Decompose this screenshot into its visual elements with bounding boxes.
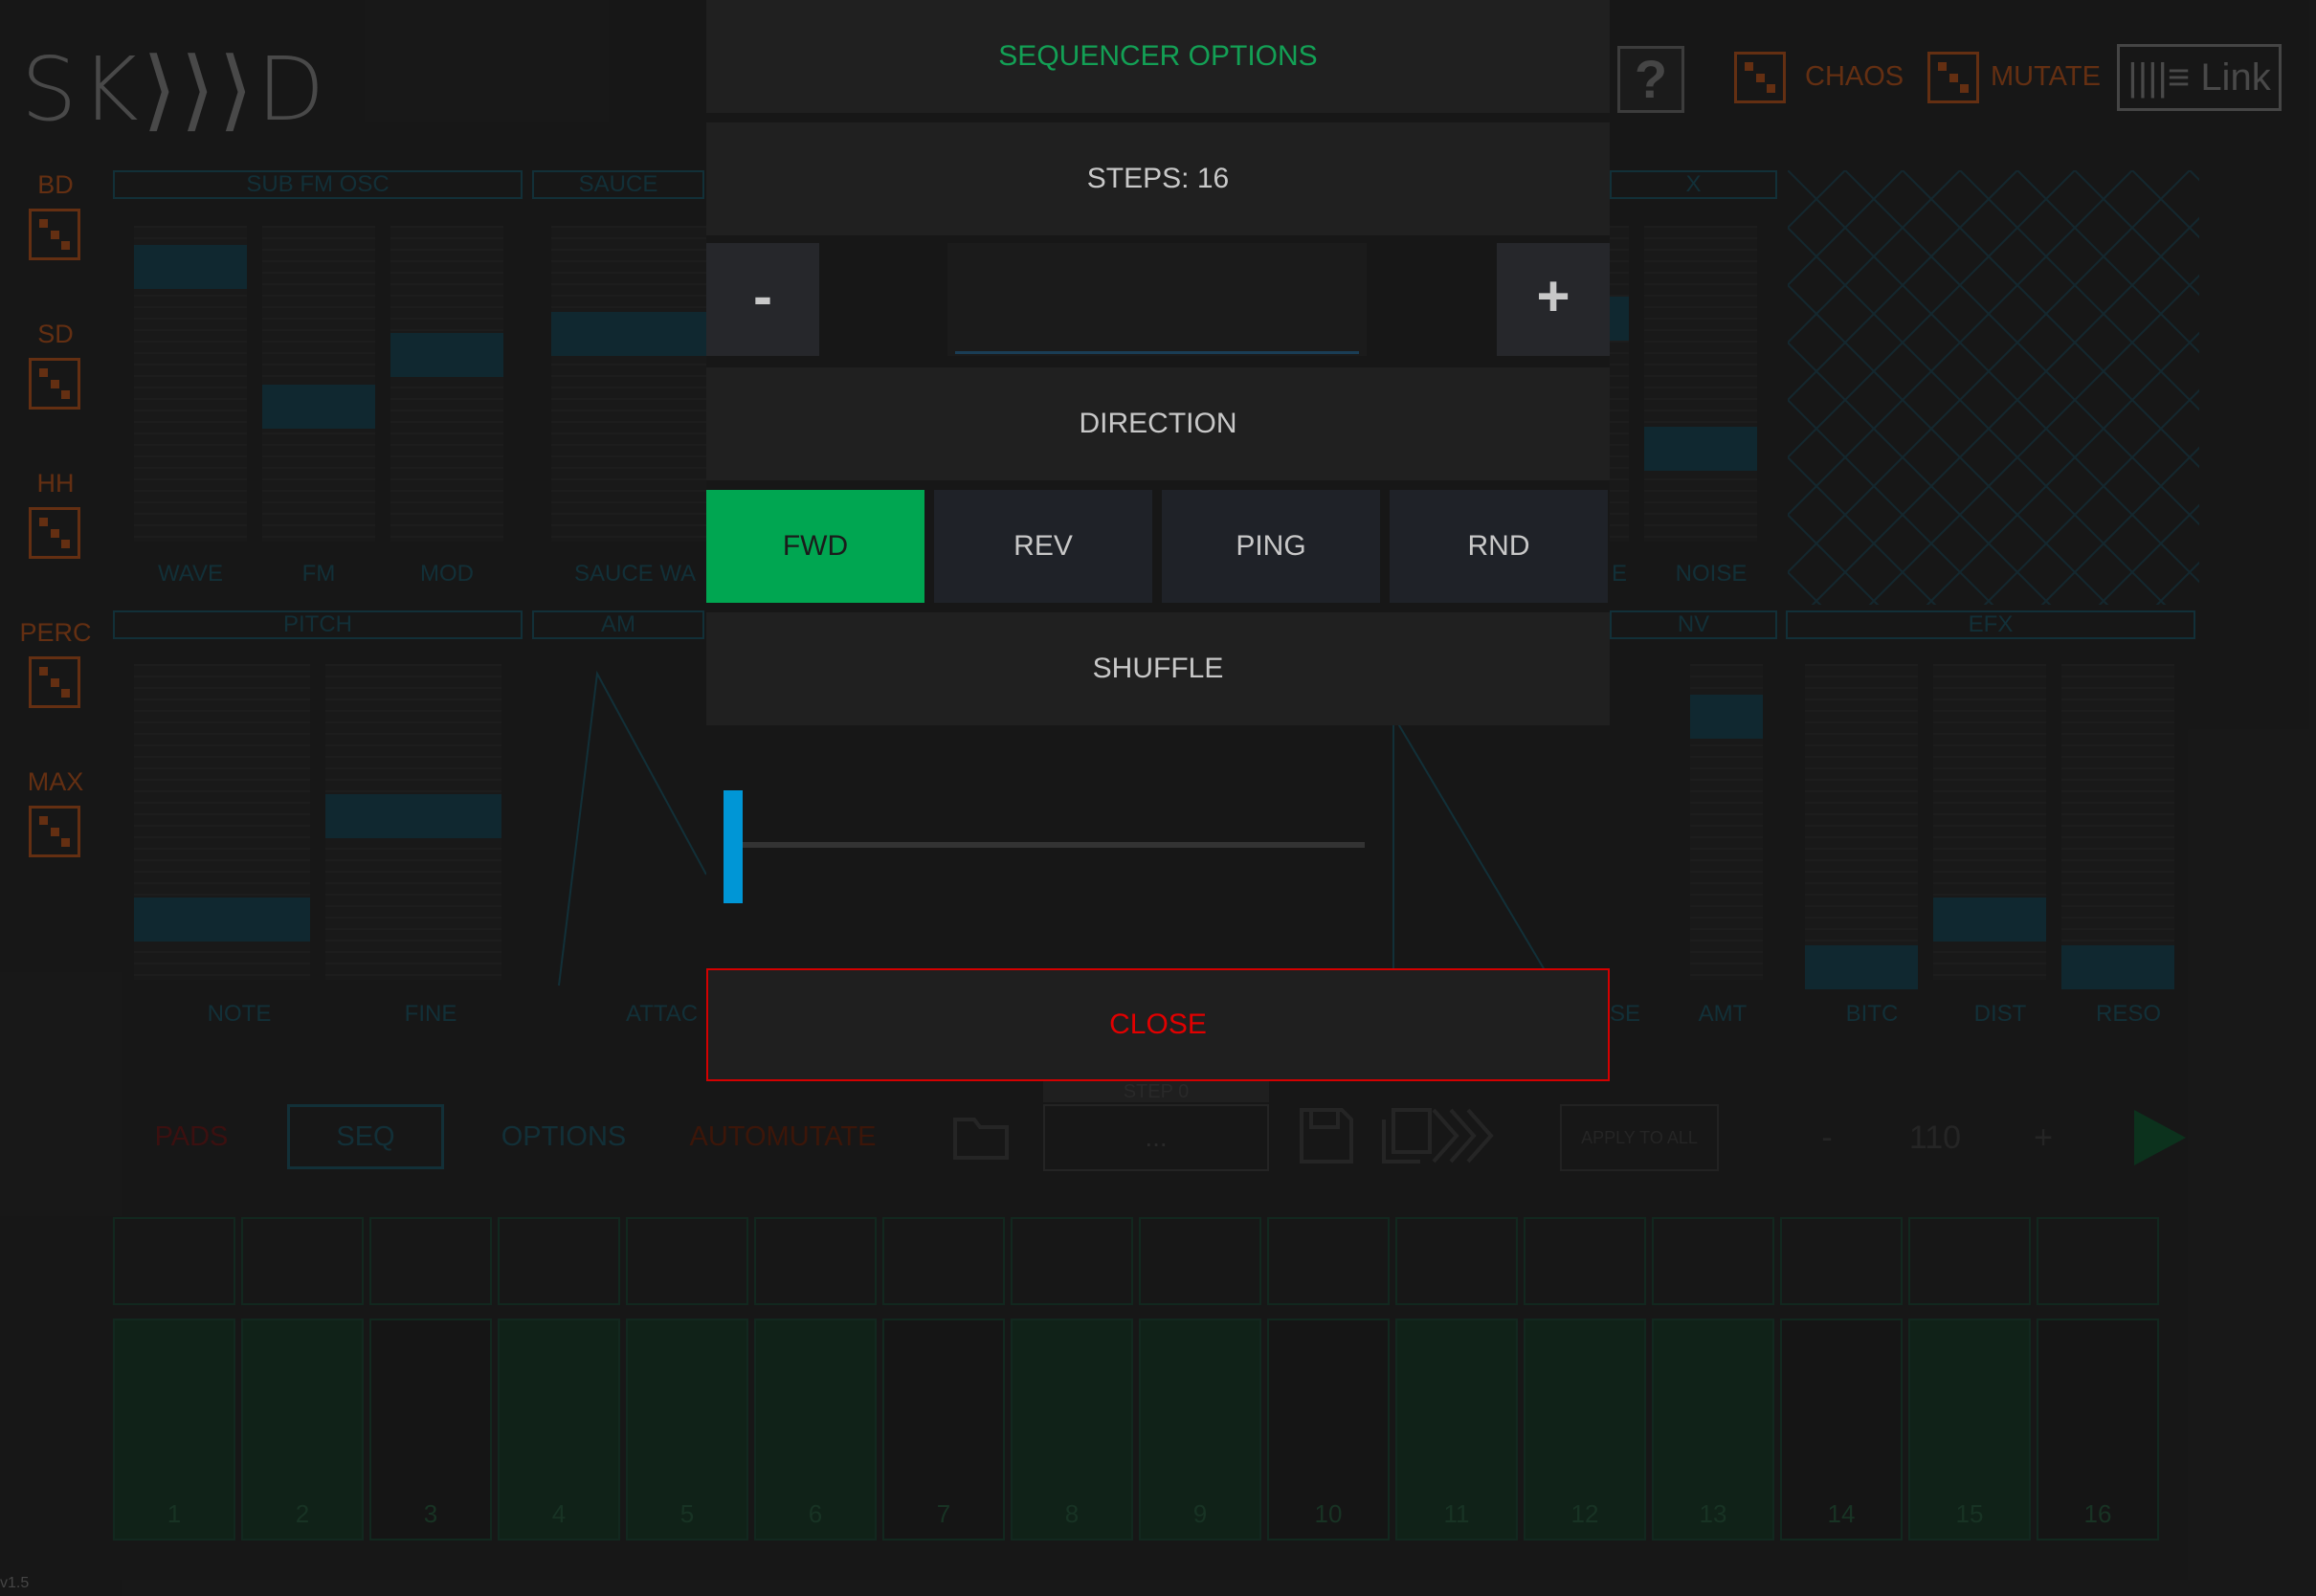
shuffle-slider[interactable] (724, 790, 1365, 905)
direction-ping-button[interactable]: PING (1162, 490, 1380, 603)
steps-minus-button[interactable]: - (706, 243, 819, 356)
direction-rnd-button[interactable]: RND (1390, 490, 1608, 603)
steps-slider[interactable] (947, 243, 1367, 356)
direction-label: DIRECTION (706, 367, 1610, 480)
direction-fwd-button[interactable]: FWD (706, 490, 924, 603)
steps-slider-track (955, 351, 1359, 354)
direction-rev-button[interactable]: REV (934, 490, 1152, 603)
shuffle-slider-handle[interactable] (724, 790, 743, 903)
close-button[interactable]: CLOSE (706, 968, 1610, 1081)
shuffle-slider-track (724, 842, 1365, 848)
dialog-title: SEQUENCER OPTIONS (706, 0, 1610, 113)
steps-plus-button[interactable]: + (1497, 243, 1610, 356)
shuffle-label: SHUFFLE (706, 612, 1610, 725)
steps-label: STEPS: 16 (706, 122, 1610, 235)
sequencer-options-dialog: SEQUENCER OPTIONS STEPS: 16 - + DIRECTIO… (706, 0, 1610, 1083)
